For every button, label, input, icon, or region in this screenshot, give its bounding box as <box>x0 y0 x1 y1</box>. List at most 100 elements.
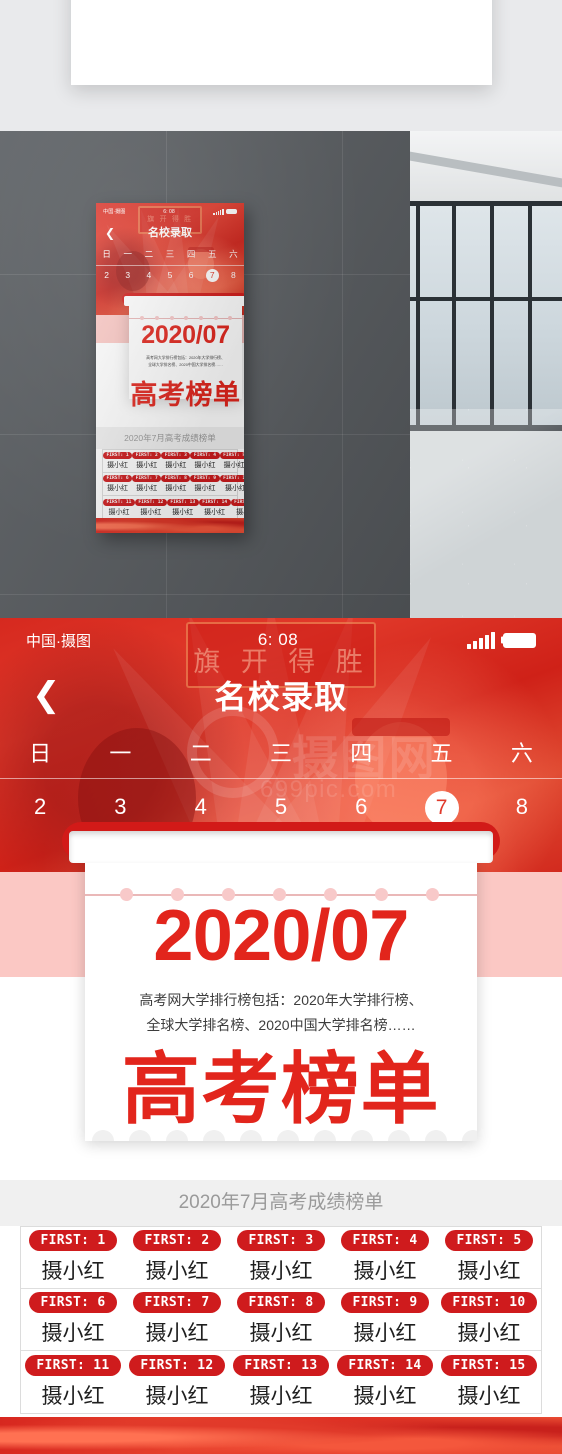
rank-badge: FIRST: 5 <box>445 1230 533 1251</box>
calendar-hook-inner <box>69 831 493 863</box>
day-cell-4[interactable]: 4 <box>161 794 241 825</box>
student-name: 摄小红 <box>353 1384 417 1408</box>
student-name: 摄小红 <box>249 1260 313 1283</box>
app-screen: 旗 开 得 胜 摄图网 699pic.com 中国·摄图 6: 08 ❮ 名校录… <box>0 618 562 1454</box>
mullion <box>410 297 562 301</box>
day-cell-6[interactable]: 6 <box>321 794 401 825</box>
list-item[interactable]: FIRST: 4 摄小红 <box>333 1227 437 1288</box>
student-name: 摄小红 <box>140 508 162 516</box>
list-item[interactable]: FIRST: 5 摄小红 <box>219 450 244 472</box>
list-item[interactable]: FIRST: 7 摄小红 <box>132 473 162 495</box>
student-name: 摄小红 <box>194 485 216 492</box>
list-item[interactable]: FIRST: 14 摄小红 <box>333 1351 437 1413</box>
list-item[interactable]: FIRST: 12 摄小红 <box>134 496 167 519</box>
list-item[interactable]: FIRST: 8 摄小红 <box>161 473 191 495</box>
ticket-card: 2020/07 高考网大学排行榜包括：2020年大学排行榜、 全球大学排名榜、2… <box>62 822 500 1141</box>
page-title: 名校录取 <box>214 679 348 715</box>
list-item[interactable]: FIRST: 12 摄小红 <box>125 1351 229 1413</box>
day-row: 2 3 4 5 6 7 8 <box>0 791 562 825</box>
list-item[interactable]: FIRST: 15 摄小红 <box>230 496 244 519</box>
weekday-label-mon: 一 <box>109 741 132 766</box>
list-item[interactable]: FIRST: 9 摄小红 <box>190 473 220 495</box>
list-item[interactable]: FIRST: 8 摄小红 <box>229 1289 333 1350</box>
perforation-dot <box>154 316 159 320</box>
weekday-label-sun: 日 <box>29 741 52 766</box>
day-cell[interactable]: 3 <box>117 270 138 282</box>
rank-badge: FIRST: 8 <box>161 475 191 482</box>
table-row: FIRST: 11 摄小红 FIRST: 12 摄小红 FIRST: 13 摄小红 F… <box>21 1351 541 1413</box>
student-name: 摄小红 <box>457 1322 521 1345</box>
perforation-dot <box>199 316 204 320</box>
list-item[interactable]: FIRST: 10 摄小红 <box>437 1289 541 1350</box>
day-cell[interactable]: 4 <box>138 270 159 282</box>
rank-badge: FIRST: 14 <box>198 498 231 506</box>
rank-badge: FIRST: 6 <box>103 475 133 482</box>
list-item[interactable]: FIRST: 2 摄小红 <box>132 450 162 472</box>
list-item[interactable]: FIRST: 9 摄小红 <box>333 1289 437 1350</box>
weekday-label: 三 <box>165 249 175 259</box>
list-item[interactable]: FIRST: 5 摄小红 <box>437 1227 541 1288</box>
day-cell[interactable]: 5 <box>159 270 180 282</box>
list-item[interactable]: FIRST: 10 摄小红 <box>219 473 244 495</box>
calendar-divider <box>96 265 244 266</box>
list-item[interactable]: FIRST: 7 摄小红 <box>125 1289 229 1350</box>
list-item[interactable]: FIRST: 3 摄小红 <box>161 450 191 472</box>
rank-badge: FIRST: 11 <box>103 498 135 506</box>
preview-card-inner: FIRST: 11 摄小红 FIRST: 12 摄小红 FIRST: 13 摄小… <box>78 0 485 77</box>
calendar-hook <box>122 293 244 306</box>
student-name: 摄小红 <box>107 485 129 492</box>
student-name: 摄小红 <box>353 1322 417 1345</box>
weekday-label-wed: 三 <box>269 741 292 766</box>
list-item[interactable]: FIRST: 11 摄小红 <box>21 1351 125 1413</box>
rank-badge: FIRST: 10 <box>219 475 244 482</box>
student-name: 摄小红 <box>145 1260 209 1283</box>
perforation-dot <box>120 888 134 901</box>
perforation-dot <box>228 316 233 320</box>
list-item[interactable]: FIRST: 1 摄小红 <box>21 1227 125 1288</box>
list-item[interactable]: FIRST: 3 摄小红 <box>229 1227 333 1288</box>
list-item[interactable]: FIRST: 15 摄小红 <box>437 1351 541 1413</box>
window-wall <box>410 201 562 431</box>
student-name: 摄小红 <box>108 508 130 516</box>
mullion <box>528 201 532 431</box>
ceiling-beam <box>410 151 562 188</box>
ticket-description-line-1: 高考网大学排行榜包括：2020年大学排行榜、 <box>146 355 225 360</box>
list-item[interactable]: FIRST: 14 摄小红 <box>198 496 231 519</box>
perforation-dot <box>375 888 389 901</box>
rank-badge: FIRST: 9 <box>190 475 220 482</box>
weekday-row: 日 一 二 三 四 五 六 <box>0 736 562 768</box>
signal-bars-icon <box>465 631 495 649</box>
mockup-scene: 旗 开 得 胜 中国·摄图 6: 08 ❮ 名校录取 日 一 二 三 四 五 六… <box>0 131 562 618</box>
list-item[interactable]: FIRST: 2 摄小红 <box>125 1227 229 1288</box>
day-cell-selected[interactable]: 7 <box>202 269 223 282</box>
perforation-dot <box>426 888 440 901</box>
student-name: 摄小红 <box>165 485 187 492</box>
table-row: FIRST: 11 摄小红 FIRST: 12 摄小红 FIRST: 13 摄小红 F… <box>103 496 244 519</box>
day-cell-5[interactable]: 5 <box>241 794 321 825</box>
list-item[interactable]: FIRST: 13 摄小红 <box>166 496 199 519</box>
selected-day-badge: 7 <box>205 269 219 282</box>
list-item[interactable]: FIRST: 4 摄小红 <box>190 450 220 472</box>
list-item[interactable]: FIRST: 13 摄小红 <box>229 1351 333 1413</box>
day-cell[interactable]: 6 <box>181 270 202 282</box>
scalloped-edge <box>85 1127 477 1141</box>
student-name: 摄小红 <box>172 508 194 516</box>
day-cell-8[interactable]: 8 <box>482 794 562 825</box>
list-item[interactable]: FIRST: 6 摄小红 <box>103 473 133 495</box>
day-cell[interactable]: 8 <box>223 270 244 282</box>
list-item[interactable]: FIRST: 11 摄小红 <box>103 496 135 519</box>
rank-badge: FIRST: 1 <box>29 1230 117 1251</box>
list-item[interactable]: FIRST: 1 摄小红 <box>103 450 133 472</box>
day-cell-7-selected[interactable]: 7 <box>401 791 481 825</box>
section-header: 2020年7月高考成绩榜单 <box>96 427 244 449</box>
student-name: 摄小红 <box>107 462 129 469</box>
list-item[interactable]: FIRST: 6 摄小红 <box>21 1289 125 1350</box>
table-row: FIRST: 6 摄小红 FIRST: 7 摄小红 FIRST: 8 摄小红 FIRS… <box>103 473 244 496</box>
rank-badge: FIRST: 1 <box>103 452 133 459</box>
day-cell[interactable]: 2 <box>96 270 117 282</box>
ticket-description: 高考网大学排行榜包括：2020年大学排行榜、 全球大学排名榜、2020中国大学排… <box>129 355 242 368</box>
day-cell-2[interactable]: 2 <box>0 794 80 825</box>
student-name: 摄小红 <box>223 462 244 469</box>
day-cell-3[interactable]: 3 <box>80 794 160 825</box>
ticket-description-line-2: 全球大学排名榜、2020中国大学排名榜…… <box>148 361 223 367</box>
